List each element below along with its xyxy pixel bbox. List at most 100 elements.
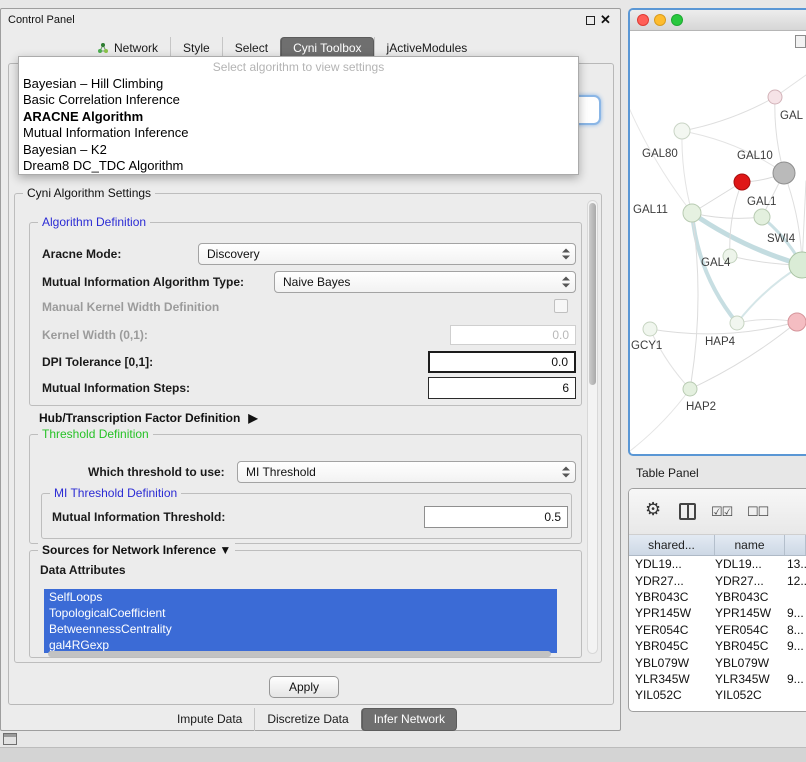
dpi-tolerance-field[interactable]: 0.0 xyxy=(428,351,576,373)
tab-label: Style xyxy=(183,41,210,55)
network-canvas[interactable]: GALGAL80GAL10GAL1GAL11SWI4GAL4GCY1HAP4HA… xyxy=(630,31,806,456)
network-view-window: GALGAL80GAL10GAL1GAL11SWI4GAL4GCY1HAP4HA… xyxy=(628,8,806,456)
table-row[interactable]: YBL079WYBL079W xyxy=(629,654,806,670)
network-edge[interactable] xyxy=(682,97,775,131)
tab-label: jActiveModules xyxy=(387,41,468,55)
network-edge[interactable] xyxy=(630,389,690,451)
mi-threshold-field[interactable]: 0.5 xyxy=(424,506,568,528)
collapse-arrow-icon[interactable]: ▼ xyxy=(219,543,231,557)
network-edge[interactable] xyxy=(650,322,797,334)
network-node[interactable] xyxy=(773,162,795,184)
table-cell: YBL079W xyxy=(629,656,715,670)
tab-discretize-data[interactable]: Discretize Data xyxy=(254,708,360,731)
network-node[interactable] xyxy=(788,313,806,331)
sources-group-title[interactable]: Sources for Network Inference ▼ xyxy=(38,543,235,557)
settings-scrollbar[interactable] xyxy=(587,200,598,654)
gear-icon[interactable]: ⚙ xyxy=(645,499,661,520)
pane-corner-button[interactable] xyxy=(795,35,806,48)
which-threshold-combo[interactable]: MI Threshold xyxy=(237,461,576,483)
algorithm-definition-group: Algorithm Definition Aracne Mode: Discov… xyxy=(29,222,582,406)
network-node[interactable] xyxy=(730,316,744,330)
node-label: GAL4 xyxy=(701,257,731,269)
table-panel-label: Table Panel xyxy=(636,466,699,480)
algorithm-option-bayesian-hill-climbing[interactable]: Bayesian – Hill Climbing xyxy=(19,76,578,92)
mi-threshold-group-title: MI Threshold Definition xyxy=(50,486,181,500)
algorithm-dropdown: Select algorithm to view settings Bayesi… xyxy=(18,56,579,175)
network-node[interactable] xyxy=(683,382,697,396)
control-panel-titlebar[interactable]: Control Panel ✕ xyxy=(1,9,620,31)
select-all-checkboxes-icon[interactable]: ☑☑ xyxy=(711,504,732,520)
deselect-all-checkboxes-icon[interactable]: ☐☐ xyxy=(747,504,768,520)
mi-type-value: Naive Bayes xyxy=(283,275,350,289)
restore-panel-icon[interactable] xyxy=(3,733,17,745)
kernel-width-field[interactable]: 0.0 xyxy=(450,325,576,345)
network-node[interactable] xyxy=(768,90,782,104)
network-window-titlebar[interactable] xyxy=(630,10,806,31)
aracne-mode-label: Aracne Mode: xyxy=(42,247,121,261)
table-row[interactable]: YIL052CYIL052C xyxy=(629,687,806,703)
expand-arrow-icon[interactable]: ▶ xyxy=(248,411,257,425)
network-node[interactable] xyxy=(643,322,657,336)
mi-type-combo[interactable]: Naive Bayes xyxy=(274,271,576,293)
sources-title-text: Sources for Network Inference xyxy=(42,543,216,557)
table-row[interactable]: YER054CYER054C8... xyxy=(629,622,806,638)
columns-icon[interactable] xyxy=(679,503,696,520)
minimize-traffic-icon[interactable] xyxy=(654,14,666,26)
network-edge[interactable] xyxy=(650,329,690,389)
aracne-mode-combo[interactable]: Discovery xyxy=(198,243,576,265)
table-cell: YLR345W xyxy=(629,672,715,686)
table-cell: 12... xyxy=(785,574,806,588)
apply-button[interactable]: Apply xyxy=(269,676,339,698)
table-cell: 13... xyxy=(785,557,806,571)
attribute-topologicalcoefficient[interactable]: TopologicalCoefficient xyxy=(44,605,557,621)
network-node[interactable] xyxy=(734,174,750,190)
combo-arrows-icon xyxy=(561,248,570,261)
network-node[interactable] xyxy=(683,204,701,222)
control-panel-title: Control Panel xyxy=(8,14,75,26)
network-node[interactable] xyxy=(789,252,806,278)
zoom-traffic-icon[interactable] xyxy=(671,14,683,26)
table-cell: YBR045C xyxy=(629,639,715,653)
list-horizontal-scrollbar[interactable] xyxy=(48,651,551,657)
attribute-selfloops[interactable]: SelfLoops xyxy=(44,589,557,605)
table-row[interactable]: YBR045CYBR045C9... xyxy=(629,638,806,654)
tab-infer-network[interactable]: Infer Network xyxy=(361,708,457,731)
table-cell: YDL19... xyxy=(715,557,785,571)
close-icon[interactable]: ✕ xyxy=(600,12,611,28)
close-traffic-icon[interactable] xyxy=(637,14,649,26)
table-row[interactable]: YDR27...YDR27...12... xyxy=(629,572,806,588)
algorithm-option-basic-correlation-inference[interactable]: Basic Correlation Inference xyxy=(19,92,578,108)
table-row[interactable]: YPR145WYPR145W9... xyxy=(629,605,806,621)
network-edge[interactable] xyxy=(682,131,692,213)
algorithm-option-mutual-information-inference[interactable]: Mutual Information Inference xyxy=(19,125,578,141)
hub-transcription-section[interactable]: Hub/Transcription Factor Definition ▶ xyxy=(39,411,258,425)
float-window-icon[interactable] xyxy=(586,16,595,25)
column-header-name[interactable]: name xyxy=(715,535,785,555)
network-edge[interactable] xyxy=(730,182,742,256)
algorithm-option-dream8-dc-tdc-algorithm[interactable]: Dream8 DC_TDC Algorithm xyxy=(19,158,578,174)
threshold-definition-title: Threshold Definition xyxy=(38,427,153,441)
aracne-mode-value: Discovery xyxy=(207,247,260,261)
table-cell: YDR27... xyxy=(629,574,715,588)
table-row[interactable]: YBR043CYBR043C xyxy=(629,589,806,605)
tab-label: Network xyxy=(114,41,158,55)
network-node[interactable] xyxy=(754,209,770,225)
table-toolbar: ⚙ ☑☑ ☐☐ xyxy=(629,489,806,535)
network-node[interactable] xyxy=(674,123,690,139)
node-label: GAL80 xyxy=(642,148,678,160)
table-row[interactable]: YLR345WYLR345W9... xyxy=(629,671,806,687)
manual-kernel-checkbox[interactable] xyxy=(554,299,568,313)
hub-section-label: Hub/Transcription Factor Definition xyxy=(39,411,240,425)
attribute-betweennesscentrality[interactable]: BetweennessCentrality xyxy=(44,621,557,637)
tab-impute-data[interactable]: Impute Data xyxy=(165,708,254,731)
mi-steps-field[interactable]: 6 xyxy=(428,377,576,399)
settings-scrollbar-thumb[interactable] xyxy=(589,203,596,385)
data-attributes-list[interactable]: SelfLoopsTopologicalCoefficientBetweenne… xyxy=(44,589,557,653)
column-header-shared[interactable]: shared... xyxy=(629,535,715,555)
algorithm-option-aracne-algorithm[interactable]: ARACNE Algorithm xyxy=(19,109,578,125)
algorithm-option-bayesian-k2[interactable]: Bayesian – K2 xyxy=(19,142,578,158)
column-header-col3[interactable] xyxy=(785,535,806,555)
table-row[interactable]: YDL19...YDL19...13... xyxy=(629,556,806,572)
table-cell: YBR043C xyxy=(629,590,715,604)
table-cell: YDR27... xyxy=(715,574,785,588)
